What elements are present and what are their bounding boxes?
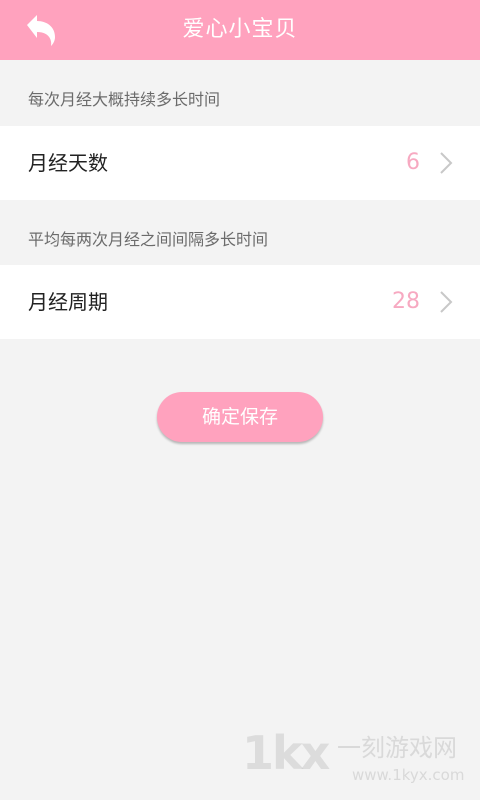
period-days-value: 6 (406, 150, 420, 175)
page-title: 爱心小宝贝 (182, 17, 298, 42)
app-screen: 爱心小宝贝 每次月经大概持续多长时间 月经天数 6 平均每两次月经之间间隔多长时… (0, 0, 480, 800)
watermark: 1kx 一刻游戏网 www.1kyx.com (242, 722, 472, 792)
cycle-label: 月经周期 (28, 290, 108, 314)
confirm-save-button[interactable]: 确定保存 (157, 392, 323, 442)
interval-section-label: 平均每两次月经之间间隔多长时间 (28, 230, 269, 249)
watermark-url: www.1kyx.com (352, 766, 465, 784)
period-days-row[interactable]: 月经天数 6 (0, 126, 480, 200)
header-bar: 爱心小宝贝 (0, 0, 480, 60)
period-days-label: 月经天数 (28, 151, 108, 175)
chevron-right-icon (440, 291, 453, 313)
cycle-value: 28 (392, 289, 420, 314)
watermark-text: 一刻游戏网 (337, 734, 457, 762)
chevron-right-icon (440, 152, 453, 174)
duration-section-label: 每次月经大概持续多长时间 (28, 90, 221, 109)
cycle-row[interactable]: 月经周期 28 (0, 265, 480, 339)
watermark-logo: 1kx (242, 726, 330, 780)
